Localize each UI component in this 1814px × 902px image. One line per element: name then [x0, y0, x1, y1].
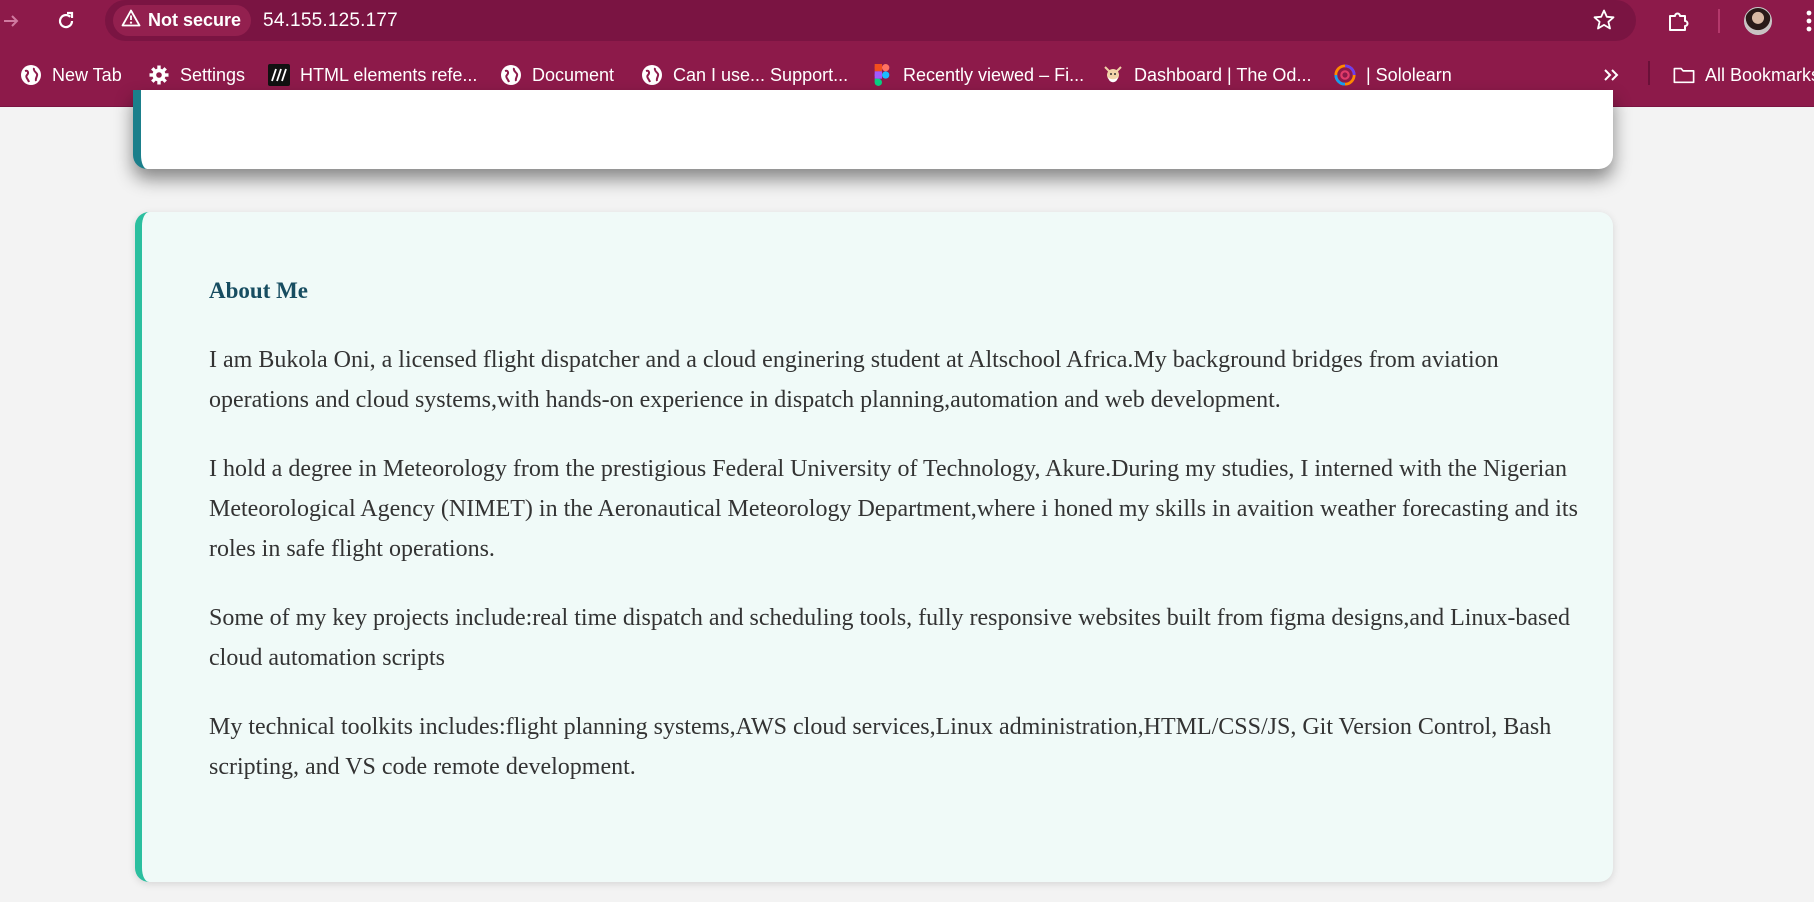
all-bookmarks-label: All Bookmarks: [1705, 64, 1814, 85]
about-heading: About Me: [209, 278, 309, 303]
warning-triangle-icon: [121, 9, 141, 32]
bookmark-label: Can I use... Support...: [673, 64, 849, 85]
star-icon[interactable]: [1592, 8, 1616, 37]
bookmarks-divider: [1648, 61, 1650, 85]
about-paragraph-toolkit: My technical toolkits includes:flight pl…: [209, 714, 1552, 780]
bookmark-sololearn[interactable]: | Sololearn: [1334, 61, 1452, 89]
about-paragraph-intro: I am Bukola Oni, a licensed flight dispa…: [209, 347, 1499, 413]
avatar[interactable]: [1744, 7, 1772, 35]
mdn-icon: [268, 64, 290, 86]
toolbar-divider: [1718, 9, 1720, 33]
bookmark-figma[interactable]: Recently viewed – Fi...: [871, 61, 1084, 89]
globe-icon: [500, 64, 522, 86]
bookmark-settings[interactable]: Settings: [148, 61, 245, 89]
bookmark-can-i-use[interactable]: Can I use... Support...: [641, 61, 848, 89]
about-me-card: About Me I am Bukola Oni, a licensed fli…: [135, 212, 1613, 882]
chevron-double-right-icon[interactable]: [1601, 61, 1621, 89]
bookmark-html-elements[interactable]: HTML elements refe...: [268, 61, 477, 89]
kebab-menu-icon[interactable]: [1794, 6, 1814, 36]
bookmark-label: Document: [532, 64, 615, 85]
bookmark-label: New Tab: [52, 64, 122, 85]
bookmark-label: Recently viewed – Fi...: [903, 64, 1085, 85]
arrow-right-icon[interactable]: [0, 6, 26, 36]
reload-icon[interactable]: [51, 6, 81, 36]
about-paragraph-projects: Some of my key projects include:real tim…: [209, 605, 1571, 671]
bookmark-label: Dashboard | The Od...: [1134, 64, 1312, 85]
puzzle-icon[interactable]: [1664, 6, 1694, 36]
globe-icon: [641, 64, 663, 86]
folder-icon: [1673, 64, 1695, 86]
globe-icon: [20, 64, 42, 86]
bookmark-label: Settings: [180, 64, 246, 85]
all-bookmarks-folder[interactable]: All Bookmarks: [1673, 61, 1814, 89]
address-bar[interactable]: Not secure 54.155.125.177: [105, 0, 1636, 41]
sololearn-icon: [1334, 64, 1356, 86]
site-security-chip[interactable]: Not secure: [113, 5, 252, 36]
security-label: Not secure: [148, 10, 242, 30]
gear-icon: [148, 64, 170, 86]
odin-icon: [1102, 64, 1124, 86]
figma-icon: [871, 64, 893, 86]
bookmark-new-tab[interactable]: New Tab: [20, 61, 122, 89]
bookmark-document[interactable]: Document: [500, 61, 614, 89]
url-text[interactable]: 54.155.125.177: [263, 10, 398, 32]
about-paragraph-education: I hold a degree in Meteorology from the …: [209, 456, 1578, 562]
about-body: I am Bukola Oni, a licensed flight dispa…: [209, 340, 1579, 816]
browser-toolbar: Not secure 54.155.125.177: [0, 0, 1814, 41]
bookmark-label: | Sololearn: [1366, 64, 1452, 85]
bookmark-label: HTML elements refe...: [300, 64, 478, 85]
bookmark-odin-dashboard[interactable]: Dashboard | The Od...: [1102, 61, 1311, 89]
previous-section-card: [133, 90, 1613, 169]
